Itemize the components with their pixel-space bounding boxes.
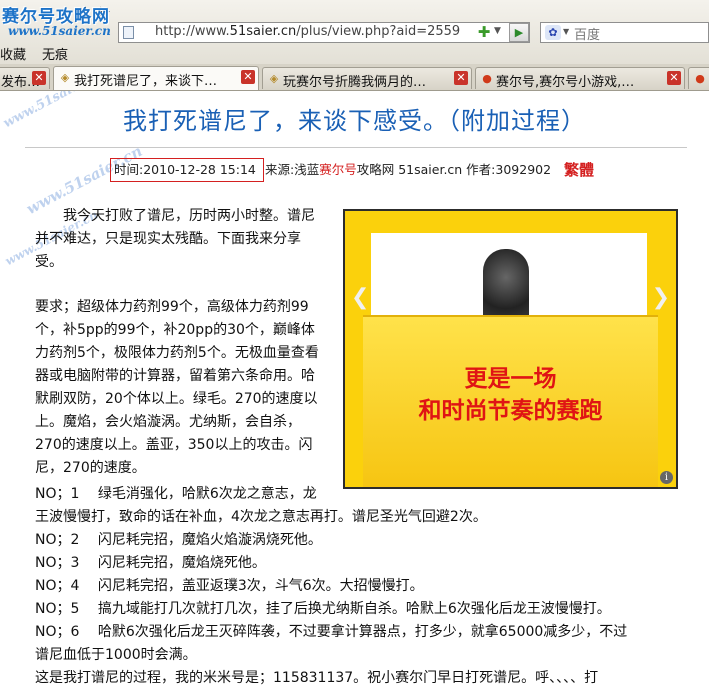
- close-icon[interactable]: ✕: [32, 71, 46, 85]
- go-button[interactable]: ▶: [509, 23, 529, 42]
- text-line: 力药剂5个，极限体力药剂5个。无极血量查看: [35, 345, 319, 361]
- page-content: www.51saier.cn www.51saier.cn www.51saie…: [0, 91, 709, 687]
- article-title: 我打死谱尼了，来谈下感受。（附加过程）: [123, 107, 586, 135]
- step-line: NO；4 闪尼耗完招，盖亚返璞3次，斗气6次。大招慢慢打。: [35, 578, 424, 594]
- step-line: 这是我打谱尼的过程，我的米米号是；115831137。祝小赛尔门早日打死谱尼。呼…: [35, 670, 599, 686]
- address-bar[interactable]: http://www.51saier.cn/plus/view.php?aid=…: [118, 22, 530, 43]
- info-icon[interactable]: i: [660, 471, 673, 484]
- text-line: 270的速度以上。盖亚，350以上的攻击。闪: [35, 437, 313, 453]
- arrow-left-icon[interactable]: ❮: [351, 285, 369, 310]
- text-line: 器或电脑附带的计算器，留着第六条命用。哈: [35, 368, 315, 384]
- step-line: NO；2 闪尼耗完招，魔焰火焰漩涡烧死他。: [35, 532, 322, 548]
- ad-headline: 更是一场: [464, 366, 557, 392]
- chevron-down-icon[interactable]: ▼: [563, 27, 569, 36]
- browser-toolbar: ◀ ▶ http://www.51saier.cn/plus/view.php?…: [0, 0, 709, 65]
- page-icon: [123, 26, 134, 39]
- text-line: 上。魔焰，会火焰漩涡。尤纳斯，会自杀，: [35, 414, 301, 430]
- close-icon[interactable]: ✕: [667, 71, 681, 85]
- text-line: 我今天打败了谱尼，历时两小时整。谱尼: [63, 208, 315, 224]
- text-line: 受。: [35, 254, 63, 270]
- arrow-right-icon[interactable]: ❯: [652, 285, 670, 310]
- step-line: 王波慢慢打，致命的话在补血，4次龙之意志再打。谱尼圣光气回避2次。: [35, 509, 487, 525]
- tab-favicon-icon: ●: [695, 72, 705, 85]
- search-input[interactable]: 百度: [574, 24, 600, 43]
- publish-time: 时间:2010-12-28 15:14: [110, 158, 264, 182]
- text-line: 要求；超级体力药剂99个，高级体力药剂99: [35, 299, 309, 315]
- advertisement-banner[interactable]: ❮ ❯ 更是一场 和时尚节奏的赛跑 i: [343, 209, 678, 489]
- tab-favicon-icon: ◈: [269, 72, 279, 85]
- close-icon[interactable]: ✕: [454, 71, 468, 85]
- address-text[interactable]: http://www.51saier.cn/plus/view.php?aid=…: [155, 24, 460, 39]
- tab-3[interactable]: ◈ 玩赛尔号折腾我俩月的… ✕: [262, 67, 472, 89]
- text-line: 个，补5pp的99个，补20pp的30个，巅峰体: [35, 322, 315, 338]
- tab-label: 我打死谱尼了，来谈下…: [74, 74, 218, 89]
- tab-label: 赛尔号,赛尔号小游戏,…: [496, 75, 635, 89]
- divider: [25, 147, 687, 148]
- chevron-down-icon[interactable]: ▼: [494, 26, 501, 36]
- tab-favicon-icon: ●: [482, 72, 492, 85]
- menu-favorites[interactable]: 收藏: [0, 44, 26, 63]
- add-bookmark-icon[interactable]: ✚: [476, 24, 492, 40]
- tab-label: 玩赛尔号折腾我俩月的…: [283, 75, 427, 89]
- step-line: NO；5 搞九域能打几次就打几次，挂了后换尤纳斯自杀。哈默上6次强化后龙王波慢慢…: [35, 601, 611, 617]
- search-box[interactable]: ✿ ▼ 百度: [540, 22, 709, 43]
- text-line: 并不难达，只是现实太残酷。下面我来分享: [35, 231, 301, 247]
- ad-subheadline: 和时尚节奏的赛跑: [418, 398, 603, 424]
- intro-paragraph: 我今天打败了谱尼，历时两小时整。谱尼 并不难达，只是现实太残酷。下面我来分享 受…: [35, 205, 315, 274]
- tab-2[interactable]: ◈ 我打死谱尼了，来谈下… ✕: [53, 66, 259, 90]
- close-icon[interactable]: ✕: [241, 70, 255, 84]
- traditional-chinese-link[interactable]: 繁體: [564, 158, 594, 182]
- site-logo-url: www.51saier.cn: [8, 24, 111, 38]
- text-line: 尼，270的速度。: [35, 460, 146, 476]
- step-line: 谱尼血低于1000时会满。: [35, 647, 197, 663]
- step-line: NO；3 闪尼耗完招，魔焰烧死他。: [35, 555, 266, 571]
- tab-favicon-icon: ◈: [60, 71, 70, 84]
- tab-1[interactable]: 发布… ✕: [0, 67, 50, 89]
- text-line: 默刷双防，20个体以上。绿毛。270的速度以: [35, 391, 318, 407]
- baidu-paw-icon[interactable]: ✿: [545, 25, 561, 40]
- tab-4[interactable]: ● 赛尔号,赛尔号小游戏,… ✕: [475, 67, 685, 89]
- requirements-paragraph: 要求；超级体力药剂99个，高级体力药剂99 个，补5pp的99个，补20pp的3…: [35, 296, 319, 480]
- article-source: 来源:浅蓝赛尔号攻略网 51saier.cn 作者:3092902: [265, 162, 552, 177]
- step-line: NO；6 哈默6次强化后龙王灭碎阵袭，不过要拿计算器点，打多少，就拿65000减…: [35, 624, 628, 640]
- steps-list: NO；1 绿毛消强化，哈默6次龙之意志，龙 王波慢慢打，致命的话在补血，4次龙之…: [35, 483, 627, 687]
- menu-incognito[interactable]: 无痕: [42, 44, 68, 63]
- tab-bar: 发布… ✕ ◈ 我打死谱尼了，来谈下… ✕ ◈ 玩赛尔号折腾我俩月的… ✕ ● …: [0, 64, 709, 91]
- tab-5[interactable]: ●: [688, 67, 709, 89]
